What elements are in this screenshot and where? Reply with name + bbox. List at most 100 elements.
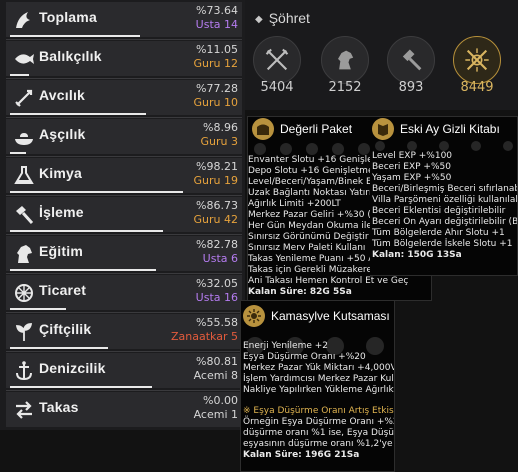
skill-name: Aşçılık bbox=[39, 126, 86, 142]
skill-progress-bar bbox=[10, 347, 108, 349]
divider bbox=[6, 273, 242, 274]
skill-row[interactable]: Balıkçılık %11.05 Guru 12 bbox=[6, 41, 242, 76]
skill-row[interactable]: Avcılık %77.28 Guru 10 bbox=[6, 80, 242, 115]
tooltip-line: Beceri On Ayarı değiştirilebilir (Bek bbox=[372, 217, 518, 227]
skill-level: Zanaatkar 5 bbox=[171, 330, 238, 343]
life-skills-panel: Toplama %73.64 Usta 14 Balıkçılık %11.05 Guru… bbox=[0, 0, 245, 430]
skill-level: Usta 16 bbox=[195, 291, 238, 304]
skill-name: Balıkçılık bbox=[39, 48, 102, 64]
divider bbox=[6, 351, 242, 352]
tooltip-line: Level EXP +%100 bbox=[372, 151, 453, 161]
skill-row[interactable]: Ticaret %32.05 Usta 16 bbox=[6, 275, 242, 310]
fame-life[interactable]: 2152 bbox=[317, 36, 373, 95]
remaining-time: Kalan Süre: 82G 5Sa bbox=[248, 287, 352, 297]
fame-total[interactable]: 8449 bbox=[449, 36, 505, 95]
training-icon bbox=[10, 240, 37, 267]
divider bbox=[6, 78, 242, 79]
skill-row[interactable]: İşleme %86.73 Guru 42 bbox=[6, 197, 242, 232]
skill-name: Avcılık bbox=[39, 87, 86, 103]
processing-icon bbox=[10, 201, 37, 228]
value-pack-title: Değerli Paket bbox=[280, 122, 353, 136]
fame-title: ◆ Şöhret bbox=[255, 10, 310, 26]
kamasylve-header: Kamasylve Kutsaması bbox=[243, 303, 390, 329]
hunting-icon bbox=[10, 84, 37, 111]
old-moon-body: Level EXP +%100 Beceri EXP +%50 Yaşam EXP … bbox=[372, 151, 518, 261]
skill-row[interactable]: Çiftçilik %55.58 Zanaatkar 5 bbox=[6, 314, 242, 349]
kamasylve-body: Enerji Yenileme +2 Eşya Düşürme Oranı +%2… bbox=[243, 341, 395, 461]
treasure-chest-icon bbox=[252, 118, 274, 140]
divider bbox=[6, 156, 242, 157]
trade-icon bbox=[10, 279, 37, 306]
divider bbox=[6, 312, 242, 313]
fame-combat-value: 5404 bbox=[260, 80, 294, 95]
divider bbox=[6, 195, 242, 196]
fishing-icon bbox=[10, 45, 37, 72]
skill-row[interactable]: Eğitim %82.78 Usta 6 bbox=[6, 236, 242, 271]
skill-level: Usta 6 bbox=[202, 252, 238, 265]
old-moon-title: Eski Ay Gizli Kitabı bbox=[400, 122, 500, 136]
skill-percent: %8.96 bbox=[203, 121, 238, 134]
barter-icon bbox=[10, 396, 37, 423]
tooltip-line: eşyasının düşürme oranı %1,2'ye ç bbox=[243, 439, 395, 449]
hammer-icon bbox=[387, 36, 435, 84]
fame-combat[interactable]: 5404 bbox=[249, 36, 305, 95]
divider bbox=[6, 234, 242, 235]
skill-progress-bar bbox=[10, 152, 26, 154]
remaining-time: Kalan Süre: 196G 21Sa bbox=[243, 450, 360, 460]
skill-row[interactable]: Toplama %73.64 Usta 14 bbox=[6, 2, 242, 37]
skill-percent: %55.58 bbox=[196, 316, 238, 329]
fame-craft-value: 893 bbox=[398, 80, 424, 95]
tooltip-line: Yaşam EXP +%50 bbox=[372, 173, 452, 183]
skill-name: İşleme bbox=[39, 204, 84, 220]
diamond-icon: ◆ bbox=[255, 14, 263, 25]
old-moon-book-tooltip: Eski Ay Gizli Kitabı Level EXP +%100 Bece… bbox=[370, 116, 518, 276]
tooltip-line: Örneğin Eşya Düşürme Oranı +%20 bbox=[243, 417, 395, 427]
old-moon-header: Eski Ay Gizli Kitabı bbox=[370, 117, 500, 141]
skill-name: Toplama bbox=[39, 9, 97, 25]
skill-progress-bar bbox=[10, 74, 29, 76]
farming-icon bbox=[10, 318, 37, 345]
fame-craft[interactable]: 893 bbox=[383, 36, 439, 95]
skill-progress-bar bbox=[10, 113, 146, 115]
sun-emblem-icon bbox=[243, 305, 265, 327]
skill-progress-bar bbox=[10, 308, 66, 310]
skill-name: Kimya bbox=[39, 165, 83, 181]
skill-row[interactable]: Takas %0.00 Acemi 1 bbox=[6, 392, 242, 427]
tooltip-line: Beceri/Birleşmiş Beceri sıfırlanabilir bbox=[372, 184, 518, 194]
skill-name: Takas bbox=[39, 399, 79, 415]
kamasylve-blessing-tooltip: Kamasylve Kutsaması Enerji Yenileme +2 Eş… bbox=[240, 300, 395, 472]
fame-total-value: 8449 bbox=[460, 80, 494, 95]
skill-name: Eğitim bbox=[39, 243, 83, 259]
skill-row[interactable]: Aşçılık %8.96 Guru 3 bbox=[6, 119, 242, 154]
fame-panel: ◆ Şöhret 5404 2152 893 8449 bbox=[245, 0, 518, 110]
skill-name: Ticaret bbox=[39, 282, 87, 298]
fame-title-text: Şöhret bbox=[268, 10, 310, 26]
skill-row[interactable]: Denizcilik %80.81 Acemi 8 bbox=[6, 353, 242, 388]
skill-percent: %32.05 bbox=[196, 277, 238, 290]
book-icon bbox=[372, 118, 394, 140]
skill-row[interactable]: Kimya %98.21 Guru 19 bbox=[6, 158, 242, 193]
tooltip-line: İşlem Yardımcısı Merkez Pazar Kull bbox=[243, 374, 395, 384]
skill-level: Guru 10 bbox=[193, 96, 238, 109]
skill-level: Guru 19 bbox=[193, 174, 238, 187]
skill-name: Çiftçilik bbox=[39, 321, 92, 337]
alchemy-icon bbox=[10, 162, 37, 189]
sailing-icon bbox=[10, 357, 37, 384]
divider bbox=[6, 117, 242, 118]
skill-level: Guru 3 bbox=[200, 135, 239, 148]
skill-progress-bar bbox=[10, 386, 152, 388]
skill-percent: %77.28 bbox=[196, 82, 238, 95]
skill-progress-bar bbox=[10, 35, 140, 37]
skill-progress-bar bbox=[10, 191, 183, 193]
skill-progress-bar bbox=[10, 269, 156, 271]
tooltip-line: Villa Parşömeni özelliği kullanılabi bbox=[372, 195, 518, 205]
tooltip-line: Beceri EXP +%50 bbox=[372, 162, 451, 172]
tooltip-line: düşürme oranı %1 ise, Eşya Düşü bbox=[243, 428, 394, 438]
crossed-sword-emblem-icon bbox=[453, 36, 501, 84]
tooltip-line: Beceri Eklentisi değiştirilebilir bbox=[372, 206, 506, 216]
tooltip-line: Tüm Bölgelerde İskele Slotu +1 bbox=[372, 239, 513, 249]
horse-head-icon bbox=[321, 36, 369, 84]
remaining-time: Kalan: 150G 13Sa bbox=[372, 250, 462, 260]
divider bbox=[6, 39, 242, 40]
